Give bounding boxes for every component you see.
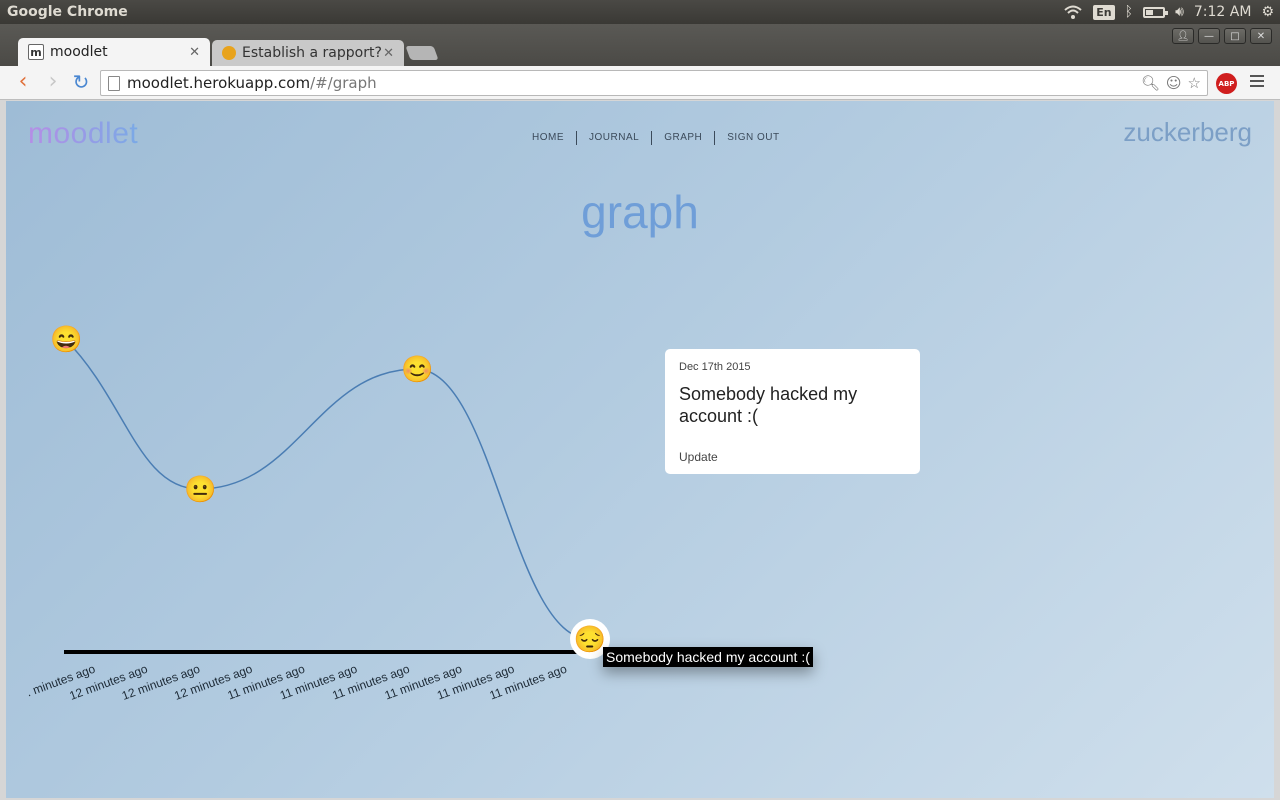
profile-icon[interactable]: 👤︎ [1172, 28, 1194, 44]
extension-avatar-icon[interactable]: ☺ [1166, 74, 1182, 92]
url-text[interactable]: moodlet.herokuapp.com/#/graph [127, 74, 377, 92]
tab-close-icon[interactable]: ✕ [383, 46, 394, 61]
keyboard-layout-indicator[interactable]: En [1093, 4, 1115, 20]
reload-button[interactable]: ↻ [70, 72, 92, 94]
close-window-button[interactable]: ✕ [1250, 28, 1272, 44]
chrome-menu-icon[interactable] [1250, 75, 1264, 90]
new-tab-button[interactable] [405, 46, 439, 60]
address-bar[interactable]: moodlet.herokuapp.com/#/graph 🔍︎ ☺ ☆ [100, 70, 1208, 96]
web-page: moodlet HOME JOURNAL GRAPH SIGN OUT zuck… [6, 101, 1274, 798]
bluetooth-icon[interactable]: ᛒ [1125, 4, 1133, 20]
mood-point-emoji-icon[interactable]: 😄 [50, 324, 82, 354]
mood-point-emoji-icon[interactable]: 😊 [401, 354, 433, 384]
maximize-button[interactable]: □ [1224, 28, 1246, 44]
indicator-area: En ᛒ 🔊︎ 7:12 AM ⚙ [1063, 2, 1274, 22]
url-path: /#/graph [310, 74, 377, 92]
tab-close-icon[interactable]: ✕ [189, 45, 200, 60]
search-icon[interactable]: 🔍︎ [1141, 74, 1160, 92]
bird-favicon-icon [222, 46, 236, 60]
tab-title: moodlet [50, 44, 108, 60]
tab-establish-rapport[interactable]: Establish a rapport? ✕ [212, 40, 404, 66]
tab-moodlet[interactable]: m moodlet ✕ [18, 38, 210, 66]
tab-title: Establish a rapport? [242, 45, 382, 61]
battery-icon[interactable] [1143, 6, 1169, 18]
bookmark-star-icon[interactable]: ☆ [1188, 74, 1201, 92]
browser-window: m moodlet ✕ Establish a rapport? ✕ 👤︎ — … [0, 24, 1280, 800]
page-icon [108, 76, 120, 91]
active-app-name: Google Chrome [7, 4, 128, 20]
mood-line [64, 338, 591, 640]
tab-strip: m moodlet ✕ Establish a rapport? ✕ 👤︎ — … [0, 24, 1280, 66]
entry-date: Dec 17th 2015 [679, 361, 751, 373]
volume-icon[interactable]: 🔊︎ [1175, 4, 1184, 20]
settings-gear-icon[interactable]: ⚙ [1261, 4, 1274, 20]
os-top-panel: Google Chrome En ᛒ 🔊︎ 7:12 AM ⚙ [0, 0, 1280, 24]
url-host: moodlet.herokuapp.com [127, 74, 311, 92]
mood-tooltip: Somebody hacked my account :( [603, 647, 813, 667]
mood-graph: . minutes ago12 minutes ago12 minutes ag… [25, 338, 591, 703]
window-controls: 👤︎ — □ ✕ [1172, 28, 1272, 44]
update-link[interactable]: Update [679, 450, 718, 464]
forward-button[interactable]: › [42, 71, 64, 94]
wifi-icon[interactable] [1063, 5, 1083, 19]
entry-text: Somebody hacked my account :( [679, 384, 858, 426]
clock[interactable]: 7:12 AM [1194, 4, 1252, 20]
mood-point-emoji-icon[interactable]: 😐 [184, 474, 216, 504]
omnibox-actions: 🔍︎ ☺ ☆ [1141, 74, 1201, 92]
moodlet-favicon-icon: m [28, 44, 44, 60]
browser-toolbar: ‹ › ↻ moodlet.herokuapp.com/#/graph 🔍︎ ☺… [0, 66, 1280, 100]
minimize-button[interactable]: — [1198, 28, 1220, 44]
back-button[interactable]: ‹ [12, 71, 34, 94]
adblock-icon[interactable]: ABP [1216, 73, 1237, 94]
journal-entry-card: Dec 17th 2015 Somebody hacked my account… [665, 349, 920, 474]
